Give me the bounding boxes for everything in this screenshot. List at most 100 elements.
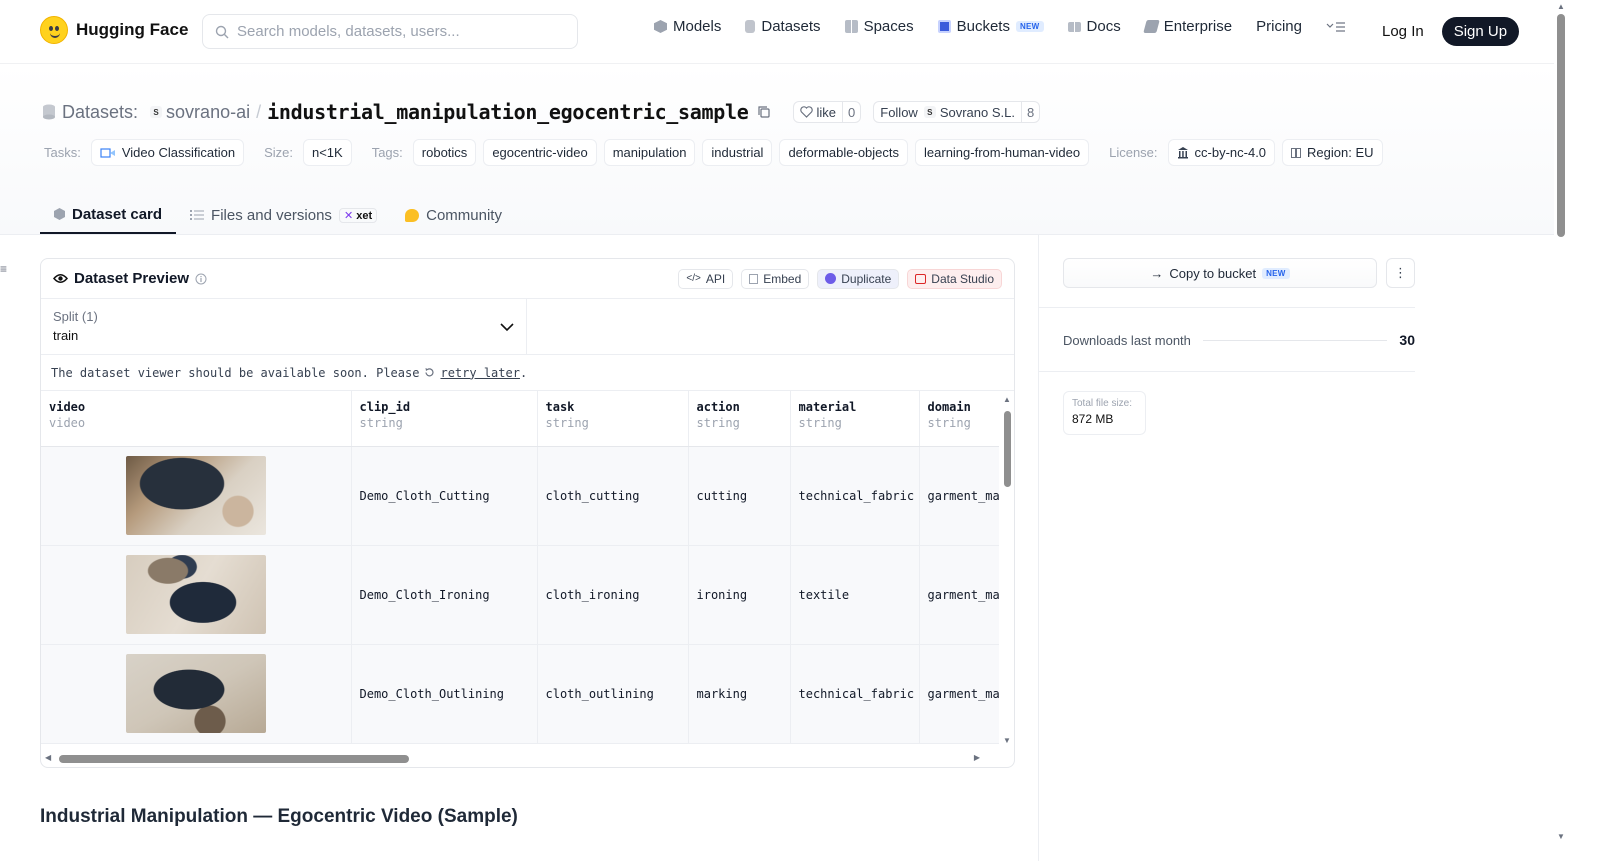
tag-egocentric-video[interactable]: egocentric-video <box>483 139 597 166</box>
embed-button[interactable]: Embed <box>741 268 810 289</box>
nav-more-menu[interactable] <box>1326 21 1346 33</box>
size-tag[interactable]: n<1K <box>302 139 352 166</box>
tag-manipulation[interactable]: manipulation <box>603 139 696 166</box>
tag-learning-from-human-video[interactable]: learning-from-human-video <box>915 139 1090 166</box>
data-studio-button[interactable]: Data Studio <box>907 268 1002 289</box>
column-header-video[interactable]: video video <box>41 391 352 447</box>
divider <box>1039 371 1415 372</box>
brand-name: Hugging Face <box>76 20 189 39</box>
scrollbar-thumb[interactable] <box>1004 411 1011 487</box>
scroll-left-arrow-icon[interactable]: ◀ <box>45 753 51 762</box>
nav-buckets[interactable]: Buckets NEW <box>937 18 1044 35</box>
table-row: Demo_Cloth_Outlining cloth_outlining mar… <box>41 644 999 744</box>
nav-buckets-label: Buckets <box>956 18 1010 35</box>
table-cell: Demo_Cloth_Cutting <box>351 446 538 546</box>
data-studio-label: Data Studio <box>931 271 994 286</box>
nav-datasets[interactable]: Datasets <box>745 18 821 35</box>
top-navbar: Hugging Face Models Datasets Spaces Buck… <box>0 0 1554 64</box>
license-icon <box>1177 146 1188 158</box>
nav-pricing[interactable]: Pricing <box>1256 18 1302 35</box>
table-cell: ironing <box>688 545 791 645</box>
toc-toggle-icon[interactable]: ≡ <box>0 262 7 276</box>
table-vertical-scrollbar[interactable]: ▲ ▼ <box>1002 393 1012 745</box>
copy-icon[interactable] <box>757 105 771 119</box>
tags-label: Tags: <box>371 145 403 160</box>
tags-row: Tasks: Video Classification Size: n<1K T… <box>44 139 1383 166</box>
scroll-right-arrow-icon[interactable]: ▶ <box>974 753 980 762</box>
column-name: clip_id <box>359 400 411 414</box>
tab-community-label: Community <box>426 206 502 224</box>
nav-models[interactable]: Models <box>654 18 721 35</box>
column-header-action[interactable]: action string <box>688 391 791 447</box>
tag-deformable-objects[interactable]: deformable-objects <box>779 139 909 166</box>
region-tag[interactable]: Region: EU <box>1282 139 1383 166</box>
arrow-right-icon: → <box>1150 265 1164 281</box>
page-scroll-down-icon[interactable]: ▼ <box>1557 832 1565 841</box>
info-icon[interactable] <box>195 273 207 285</box>
page-scrollbar[interactable]: ▲ ▼ <box>1554 0 1568 861</box>
column-type: string <box>359 416 403 430</box>
buckets-new-badge: NEW <box>1015 21 1044 32</box>
video-cell[interactable] <box>41 644 352 744</box>
column-type: string <box>545 416 589 430</box>
split-select[interactable]: Split (1) train <box>41 299 527 354</box>
nav-enterprise-label: Enterprise <box>1163 18 1233 35</box>
repo-name[interactable]: industrial_manipulation_egocentric_sampl… <box>267 100 749 124</box>
video-cell[interactable] <box>41 446 352 546</box>
column-header-material[interactable]: material string <box>790 391 920 447</box>
table-cell: cloth_ironing <box>537 545 689 645</box>
tab-community[interactable]: Community <box>391 196 516 234</box>
xet-badge: ✕ xet <box>338 207 378 223</box>
license-label: License: <box>1109 145 1158 160</box>
retry-later-link[interactable]: retry later <box>440 366 519 380</box>
nav-docs[interactable]: Docs <box>1067 18 1121 35</box>
tab-dataset-card-label: Dataset card <box>72 205 163 223</box>
api-button[interactable]: </> API <box>678 268 734 289</box>
nav-spaces-label: Spaces <box>863 18 914 35</box>
copy-to-bucket-label: Copy to bucket <box>1169 265 1257 281</box>
scrollbar-thumb[interactable] <box>59 755 409 763</box>
scroll-down-arrow-icon[interactable]: ▼ <box>1003 736 1011 745</box>
copy-to-bucket-button[interactable]: → Copy to bucket NEW <box>1063 258 1377 288</box>
nav-spaces[interactable]: Spaces <box>844 18 914 35</box>
video-cell <box>41 743 352 744</box>
column-header-domain[interactable]: domain string <box>919 391 999 447</box>
column-header-task[interactable]: task string <box>537 391 689 447</box>
org-link[interactable]: S sovrano-ai <box>150 102 250 123</box>
video-thumbnail[interactable] <box>125 555 266 634</box>
like-button[interactable]: like 0 <box>792 101 862 123</box>
page-scrollbar-thumb[interactable] <box>1557 14 1565 237</box>
scroll-up-arrow-icon[interactable]: ▲ <box>1003 395 1011 404</box>
video-thumbnail[interactable] <box>125 654 266 733</box>
tag-industrial[interactable]: industrial <box>702 139 773 166</box>
table-horizontal-scrollbar[interactable]: ◀ ▶ <box>43 751 998 765</box>
file-size-value: 872 MB <box>1072 412 1114 426</box>
column-header-clip-id[interactable]: clip_idstring <box>351 391 538 447</box>
login-link[interactable]: Log In <box>1382 23 1424 40</box>
signup-button[interactable]: Sign Up <box>1441 17 1520 46</box>
tag-robotics[interactable]: robotics <box>412 139 477 166</box>
divider <box>1039 307 1415 308</box>
duplicate-button[interactable]: Duplicate <box>817 268 900 289</box>
tab-files-and-versions[interactable]: Files and versions ✕ xet <box>176 196 391 234</box>
video-cell[interactable] <box>41 545 352 645</box>
preview-title-label: Dataset Preview <box>74 270 190 287</box>
dataset-card-icon <box>54 208 65 220</box>
task-tag[interactable]: Video Classification <box>90 139 245 166</box>
column-type: video <box>49 416 86 430</box>
video-thumbnail[interactable] <box>125 456 266 535</box>
table-cell: garment_ma <box>919 644 999 744</box>
community-icon <box>405 208 420 222</box>
tab-dataset-card[interactable]: Dataset card <box>40 196 177 234</box>
search-box[interactable] <box>202 14 578 49</box>
license-tag[interactable]: cc-by-nc-4.0 <box>1167 139 1276 166</box>
more-options-button[interactable]: ⋮ <box>1386 258 1415 288</box>
search-input[interactable] <box>237 23 557 40</box>
table-cell: textile <box>790 545 920 645</box>
retry-icon <box>425 368 435 377</box>
brand-logo[interactable]: Hugging Face <box>40 16 188 44</box>
nav-enterprise[interactable]: Enterprise <box>1142 18 1233 35</box>
file-size-label: Total file size: <box>1072 398 1133 409</box>
follow-button[interactable]: Follow S Sovrano S.L. 8 <box>873 101 1041 123</box>
page-scroll-up-icon[interactable]: ▲ <box>1557 2 1565 11</box>
